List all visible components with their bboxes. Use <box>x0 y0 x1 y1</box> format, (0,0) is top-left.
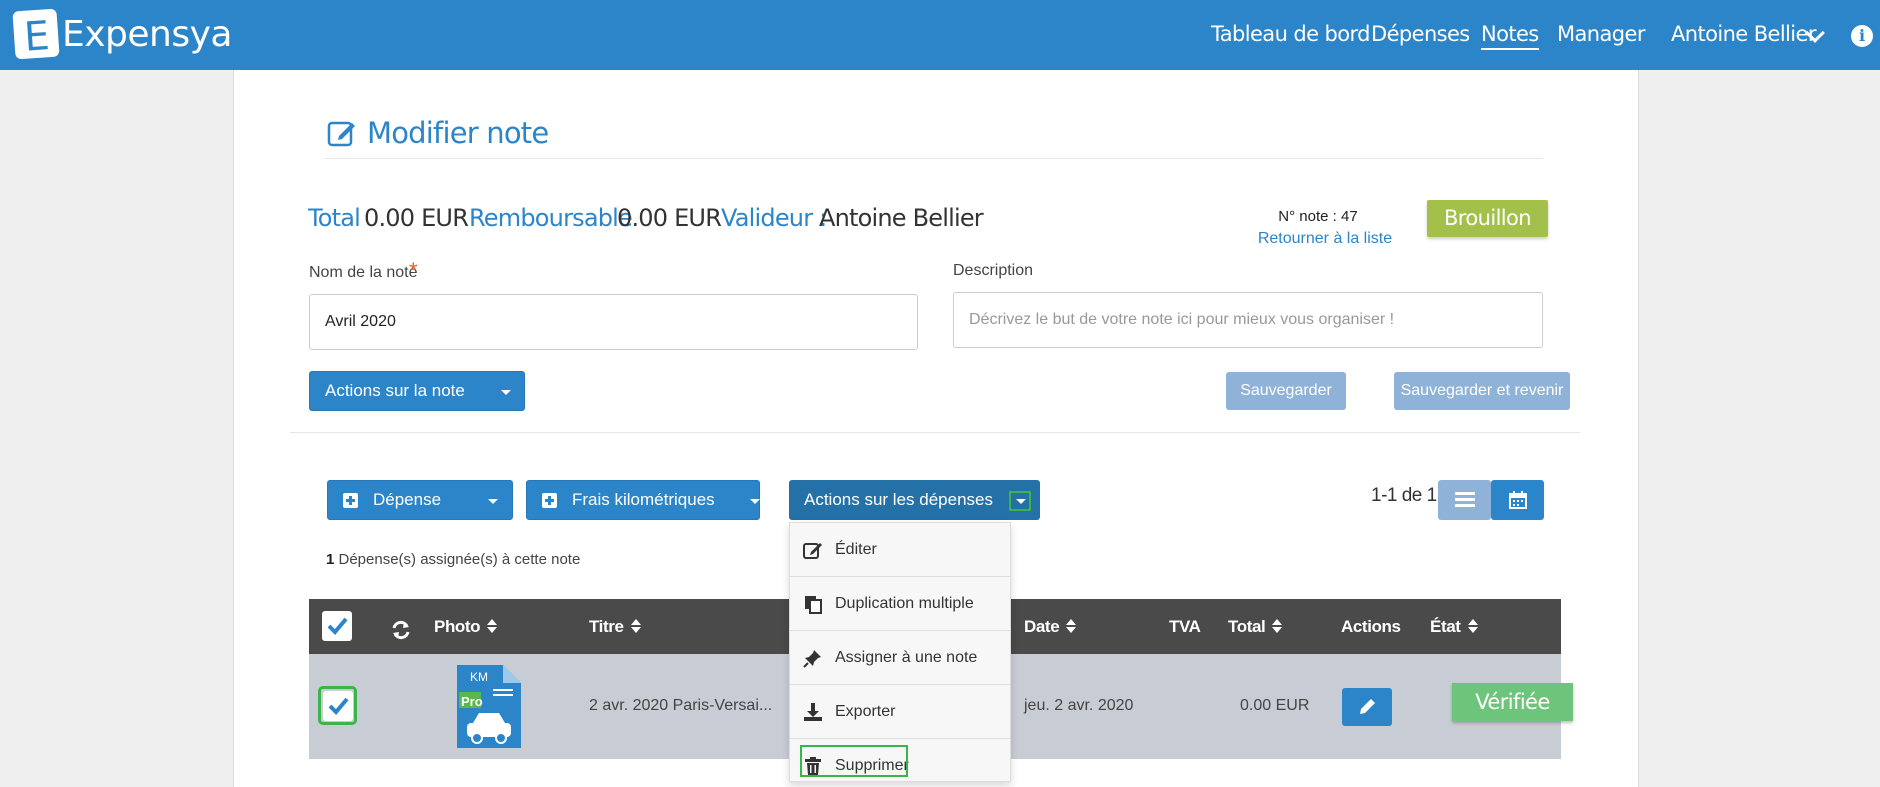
row-checkbox[interactable] <box>323 691 353 721</box>
sort-icon <box>1272 619 1283 633</box>
total-label: Total <box>308 204 361 232</box>
plus-icon <box>542 492 557 508</box>
nav-manager[interactable]: Manager <box>1557 22 1645 46</box>
add-expense-label: Dépense <box>373 490 442 509</box>
copy-icon <box>805 596 822 614</box>
col-photo-label: Photo <box>434 617 481 636</box>
refresh-icon[interactable] <box>390 619 412 641</box>
refundable-label: Remboursable <box>469 204 633 232</box>
assigned-label: Dépense(s) assignée(s) à cette note <box>334 551 581 568</box>
col-title-label: Titre <box>589 617 624 636</box>
list-view-button[interactable] <box>1438 480 1491 520</box>
assigned-count-text: 1 Dépense(s) assignée(s) à cette note <box>326 551 580 568</box>
sort-icon <box>1467 619 1478 633</box>
note-actions-label: Actions sur la note <box>325 381 465 400</box>
nav-notes[interactable]: Notes <box>1481 22 1539 50</box>
nav-expenses[interactable]: Dépenses <box>1371 22 1470 46</box>
total-value: 0.00 EUR <box>364 204 469 232</box>
menu-edit-label: Éditer <box>835 540 877 558</box>
sort-icon <box>630 619 641 633</box>
col-photo[interactable]: Photo <box>434 617 498 637</box>
status-verified-badge: Vérifiée <box>1452 683 1573 721</box>
return-to-list-link[interactable]: Retourner à la liste <box>1240 230 1410 248</box>
page-title: Modifier note <box>367 116 549 150</box>
row-date: jeu. 2 avr. 2020 <box>1024 697 1134 714</box>
save-button[interactable]: Sauvegarder <box>1226 372 1346 410</box>
required-marker: * <box>409 258 418 283</box>
status-draft-button[interactable]: Brouillon <box>1427 200 1548 237</box>
edit-row-button[interactable] <box>1342 688 1392 726</box>
save-and-return-button[interactable]: Sauvegarder et revenir <box>1394 372 1570 410</box>
edit-icon <box>327 121 355 147</box>
col-state-label: État <box>1430 617 1461 636</box>
expense-actions-caret[interactable] <box>1009 491 1031 511</box>
caret-down-icon <box>501 390 511 395</box>
thumb-pro-badge: Pro <box>461 694 483 709</box>
row-total: 0.00 EUR <box>1240 697 1310 714</box>
pagination-info: 1-1 de 1 <box>1371 485 1437 506</box>
description-input[interactable]: Décrivez le but de votre note ici pour m… <box>953 292 1543 348</box>
caret-down-icon <box>488 499 498 504</box>
add-expense-button[interactable]: Dépense <box>327 480 513 520</box>
menu-duplicate-label: Duplication multiple <box>835 594 974 612</box>
pencil-icon <box>1360 699 1375 714</box>
validator-label: Valideur : <box>721 204 827 232</box>
sort-icon <box>487 619 498 633</box>
col-vat: TVA <box>1169 617 1201 636</box>
menu-export-label: Exporter <box>835 702 896 720</box>
note-actions-button[interactable]: Actions sur la note <box>309 371 525 411</box>
delete-highlight <box>800 745 908 777</box>
col-total[interactable]: Total <box>1228 617 1283 637</box>
validator-value: Antoine Bellier <box>819 204 984 232</box>
pin-icon <box>803 650 821 668</box>
logo-letter: E <box>22 13 52 61</box>
sort-icon <box>1066 619 1077 633</box>
calendar-icon <box>1508 491 1527 509</box>
edit-icon <box>803 543 822 559</box>
info-icon[interactable]: i <box>1851 25 1873 47</box>
brand-name[interactable]: Expensya <box>62 14 233 55</box>
select-all-checkbox[interactable] <box>322 611 352 641</box>
menu-item-duplicate[interactable]: Duplication multiple <box>790 577 1010 631</box>
note-name-input[interactable]: Avril 2020 <box>309 294 918 350</box>
menu-item-assign[interactable]: Assigner à une note <box>790 631 1010 685</box>
expense-actions-button[interactable]: Actions sur les dépenses <box>789 480 1040 520</box>
col-date-label: Date <box>1024 617 1060 636</box>
expensya-logo[interactable]: E <box>12 8 60 61</box>
add-mileage-label: Frais kilométriques <box>572 490 715 509</box>
plus-icon <box>343 492 358 508</box>
col-date[interactable]: Date <box>1024 617 1077 637</box>
col-total-label: Total <box>1228 617 1266 636</box>
col-actions: Actions <box>1341 617 1401 636</box>
description-label: Description <box>953 262 1034 279</box>
nav-dashboard[interactable]: Tableau de bord <box>1211 22 1370 46</box>
note-name-label: Nom de la note <box>309 264 418 281</box>
calendar-view-button[interactable] <box>1491 480 1544 520</box>
note-number: N° note : 47 <box>1278 208 1358 225</box>
divider <box>325 158 1543 159</box>
download-icon <box>804 703 822 721</box>
menu-item-export[interactable]: Exporter <box>790 685 1010 739</box>
row-title: 2 avr. 2020 Paris-Versai... <box>589 697 773 714</box>
caret-down-icon <box>750 499 760 504</box>
check-icon <box>327 617 348 635</box>
divider <box>290 432 1580 433</box>
list-icon <box>1454 492 1475 507</box>
refundable-value: 0.00 EUR <box>617 204 722 232</box>
check-icon <box>328 697 349 715</box>
menu-item-edit[interactable]: Éditer <box>790 523 1010 577</box>
thumb-km-label: KM <box>470 670 488 684</box>
expense-actions-menu: Éditer Duplication multiple Assigner à u… <box>789 522 1011 782</box>
col-title[interactable]: Titre <box>589 617 641 637</box>
col-state[interactable]: État <box>1430 617 1478 637</box>
menu-assign-label: Assigner à une note <box>835 648 978 666</box>
add-mileage-button[interactable]: Frais kilométriques <box>526 480 760 520</box>
user-menu[interactable]: Antoine Bellier <box>1671 22 1816 46</box>
expense-actions-label: Actions sur les dépenses <box>804 490 993 509</box>
